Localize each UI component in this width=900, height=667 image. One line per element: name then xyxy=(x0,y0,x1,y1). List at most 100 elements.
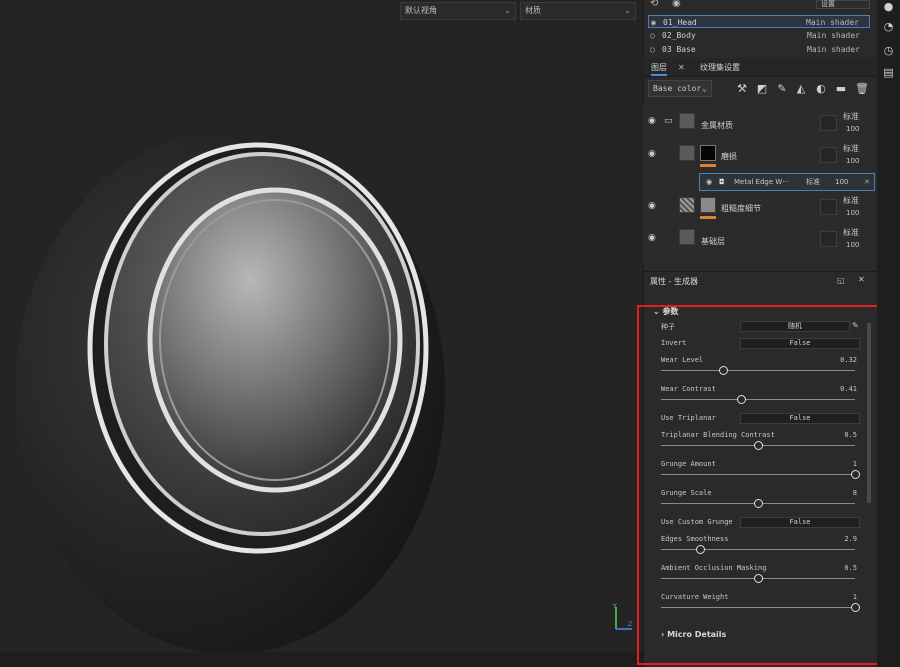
layer-blend-mode[interactable]: 标准 xyxy=(843,227,859,238)
param-slider[interactable] xyxy=(661,545,855,554)
eye-icon[interactable]: ◉ xyxy=(648,149,656,159)
texture-set-name: 03_Base xyxy=(662,45,696,53)
eye-icon[interactable]: ○ xyxy=(650,29,655,42)
param-label: Curvature Weight xyxy=(661,593,729,601)
eye-icon[interactable]: ◉ xyxy=(648,233,656,243)
paint-brush-icon[interactable]: ✎ xyxy=(776,82,788,95)
texture-set-list-icon[interactable]: ● xyxy=(882,0,895,13)
folder-icon: ▭ xyxy=(664,116,673,126)
display-settings-icon[interactable]: ◔ xyxy=(882,20,895,33)
tab-texture-set-settings[interactable]: 纹理集设置 xyxy=(700,61,740,74)
micro-details-section-header[interactable]: › Micro Details xyxy=(661,630,726,639)
channel-select[interactable]: Base color ⌄ xyxy=(648,80,712,97)
eye-icon[interactable]: ○ xyxy=(650,43,655,53)
folder-icon[interactable]: ▬ xyxy=(835,82,847,95)
slider-handle[interactable] xyxy=(695,545,705,554)
param-value[interactable]: 0.5 xyxy=(844,564,857,572)
param-label: Wear Contrast xyxy=(661,385,716,393)
random-seed-button[interactable]: 随机 xyxy=(740,321,850,332)
slider-handle[interactable] xyxy=(851,470,860,479)
param-slider[interactable] xyxy=(661,366,855,375)
layer-row[interactable]: ◉ ▭ 金属材质 标准 100 xyxy=(643,108,873,138)
sublayer-blend-mode[interactable]: 标准 xyxy=(806,174,820,190)
eye-icon[interactable]: ◉ xyxy=(672,0,681,9)
properties-header: 属性 - 生成器 ◱ ✕ xyxy=(643,271,877,289)
close-tab-icon[interactable]: ✕ xyxy=(678,61,685,74)
param-value[interactable]: 8 xyxy=(853,489,857,497)
slider-handle[interactable] xyxy=(719,366,729,375)
texture-set-name: 02_Body xyxy=(662,31,696,40)
eye-icon[interactable]: ◉ xyxy=(648,116,656,126)
param-value: False xyxy=(789,339,811,347)
param-toggle-field[interactable]: False xyxy=(740,338,860,349)
edit-icon[interactable]: ✎ xyxy=(852,321,859,330)
param-slider[interactable] xyxy=(661,574,855,583)
param-slider[interactable] xyxy=(661,395,855,404)
delete-icon[interactable]: 🗑 xyxy=(855,82,869,95)
seed-label: 种子 xyxy=(661,323,675,331)
eye-icon[interactable]: ◉ xyxy=(706,174,712,190)
chevron-down-icon: ⌄ xyxy=(702,84,707,93)
layer-row[interactable]: ◉ 基础层 标准 100 xyxy=(643,224,873,254)
param-value[interactable]: 0.32 xyxy=(840,356,857,364)
layer-mask-slot xyxy=(820,199,837,215)
param-slider[interactable] xyxy=(661,441,855,450)
slider-handle[interactable] xyxy=(754,441,763,450)
layer-stack: ◉ ▭ 金属材质 标准 100 ◉ 磨损 标准 100 ◉ ◘ Metal Ed… xyxy=(643,104,877,264)
param-slider[interactable] xyxy=(661,499,855,508)
eye-icon[interactable]: ◉ xyxy=(651,16,656,29)
param-value[interactable]: 0.5 xyxy=(844,431,857,439)
param-toggle-field[interactable]: False xyxy=(740,517,860,528)
layer-blend-mode[interactable]: 标准 xyxy=(843,111,859,122)
layer-blend-mode[interactable]: 标准 xyxy=(843,143,859,154)
texture-set-row[interactable]: ○ 03_Base Main shader xyxy=(648,43,870,53)
close-icon[interactable]: ✕ xyxy=(858,275,865,284)
sublayer-opacity[interactable]: 100 xyxy=(835,174,848,190)
layer-thumbnail xyxy=(679,113,695,129)
slider-handle[interactable] xyxy=(851,603,860,612)
param-slider[interactable] xyxy=(661,470,860,479)
layer-opacity[interactable]: 100 xyxy=(846,241,859,249)
texture-set-shader: Main shader xyxy=(806,18,859,27)
3d-viewport[interactable]: 默认视角 ⌄ 材质 ⌄ Y Z xyxy=(0,0,643,667)
add-fill-layer-icon[interactable]: ◐ xyxy=(815,82,827,95)
fill-bucket-icon[interactable]: ◭ xyxy=(795,82,807,95)
param-value: False xyxy=(789,518,811,526)
param-value[interactable]: 1 xyxy=(853,460,857,468)
float-panel-icon[interactable]: ◱ xyxy=(837,276,845,285)
generator-sublayer[interactable]: ◉ ◘ Metal Edge W··· 标准 100 ✕ xyxy=(699,173,875,191)
layer-blend-mode[interactable]: 标准 xyxy=(843,195,859,206)
param-toggle-field[interactable]: False xyxy=(740,413,860,424)
slider-handle[interactable] xyxy=(754,499,763,508)
texture-set-row[interactable]: ◉ 01_Head Main shader xyxy=(648,15,870,28)
param-value[interactable]: 2.9 xyxy=(844,535,857,543)
properties-scrollbar[interactable] xyxy=(867,323,871,503)
layer-opacity[interactable]: 100 xyxy=(846,125,859,133)
layer-row[interactable]: ◉ 磨损 标准 100 xyxy=(643,140,873,172)
param-slider[interactable] xyxy=(661,603,860,612)
param-value[interactable]: 1 xyxy=(853,593,857,601)
texture-set-shader: Main shader xyxy=(807,31,860,40)
slider-handle[interactable] xyxy=(736,395,746,404)
param-value: False xyxy=(789,414,811,422)
history-icon[interactable]: ◷ xyxy=(882,44,895,57)
close-icon[interactable]: ✕ xyxy=(864,174,870,190)
layer-name: 金属材质 xyxy=(701,121,733,130)
view-toggle-icon[interactable]: ⟲ xyxy=(650,0,658,9)
log-icon[interactable]: ▤ xyxy=(882,66,895,79)
add-effect-icon[interactable]: ⚒ xyxy=(736,82,748,95)
layer-opacity[interactable]: 100 xyxy=(846,209,859,217)
parameters-section-header[interactable]: ⌄ 参数 xyxy=(653,306,679,317)
slider-handle[interactable] xyxy=(754,574,763,583)
eye-icon[interactable]: ◉ xyxy=(648,201,656,211)
layer-name: 基础层 xyxy=(701,237,725,246)
layer-row[interactable]: ◉ 粗糙度细节 标准 100 xyxy=(643,192,873,222)
param-value[interactable]: 0.41 xyxy=(840,385,857,393)
texture-set-row[interactable]: ○ 02_Body Main shader xyxy=(648,29,870,42)
settings-select[interactable]: 设置 xyxy=(816,0,870,9)
add-smart-mask-icon[interactable]: ◩ xyxy=(756,82,768,95)
tab-layers[interactable]: 图层 xyxy=(651,61,667,76)
parameters-section: ⌄ 参数 种子 随机 ✎ Invert False Wear Level 0.32 We… xyxy=(643,303,877,667)
layer-opacity[interactable]: 100 xyxy=(846,157,859,165)
param-label: Grunge Scale xyxy=(661,489,712,497)
